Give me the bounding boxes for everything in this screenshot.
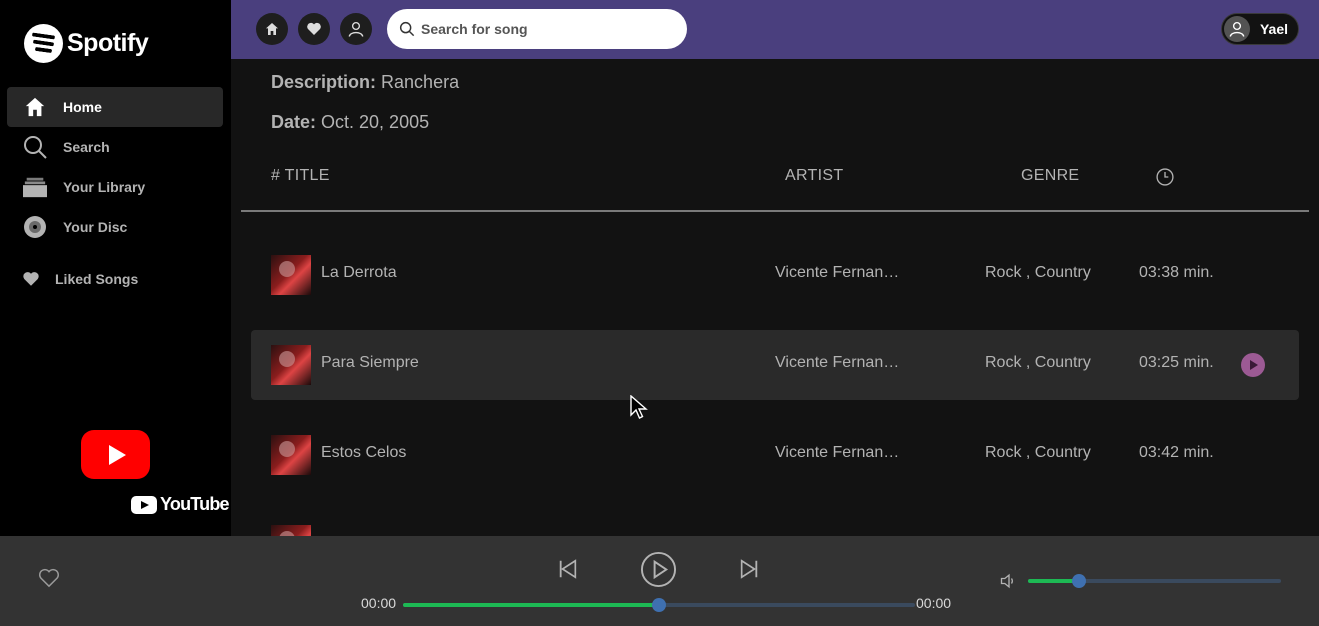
search-bar[interactable] (387, 9, 687, 49)
volume-handle[interactable] (1071, 574, 1086, 588)
sidebar-item-label: Home (63, 99, 102, 115)
song-genre: Rock , Country (985, 444, 1091, 461)
sidebar-item-search[interactable]: Search (7, 127, 223, 167)
table-row[interactable]: Estos Celos Vicente Fernan… Rock , Count… (251, 420, 1299, 490)
avatar (1223, 16, 1250, 42)
youtube-mini-icon (131, 495, 157, 514)
favorites-button[interactable] (298, 13, 330, 45)
next-button[interactable] (738, 558, 760, 585)
like-button[interactable] (38, 568, 60, 593)
sidebar-item-label: Your Disc (63, 219, 128, 235)
date-label: Date: (271, 112, 317, 132)
date-value: Oct. 20, 2005 (321, 112, 430, 132)
profile-button[interactable] (340, 13, 372, 45)
album-date: Date: Oct. 20, 2005 (271, 112, 429, 133)
song-duration: 03:42 min. (1139, 444, 1214, 461)
table-divider (241, 210, 1309, 212)
progress-handle[interactable] (652, 598, 666, 612)
heart-icon (307, 22, 321, 35)
song-artist: Vicente Fernan… (775, 264, 900, 281)
song-duration: 03:38 min. (1139, 264, 1214, 281)
description-value: Ranchera (381, 72, 460, 92)
volume-slider[interactable] (1028, 574, 1281, 588)
liked-songs-label: Liked Songs (55, 271, 139, 287)
song-title: La Derrota (321, 264, 397, 281)
sidebar-item-label: Your Library (63, 179, 146, 195)
brand-name: Spotify (67, 29, 149, 57)
sidebar-item-library[interactable]: Your Library (7, 167, 223, 207)
search-input[interactable] (421, 21, 671, 37)
sidebar-item-home[interactable]: Home (7, 87, 223, 127)
sidebar: Spotify Home Search Your Library Your Di… (0, 0, 231, 536)
header-title: # TITLE (271, 167, 330, 184)
description-label: Description: (271, 72, 377, 92)
table-row[interactable] (251, 510, 1299, 536)
youtube-banner[interactable]: YouTube (0, 380, 231, 536)
player-bar: 00:00 00:00 (0, 536, 1319, 626)
spotify-logo-icon (24, 24, 63, 63)
row-play-icon[interactable] (1241, 353, 1265, 377)
user-icon (1229, 21, 1245, 37)
home-icon (23, 95, 47, 119)
sidebar-item-label: Search (63, 139, 110, 155)
table-row[interactable]: Para Siempre Vicente Fernan… Rock , Coun… (251, 330, 1299, 400)
song-genre: Rock , Country (985, 354, 1091, 371)
user-name: Yael (1259, 21, 1288, 37)
album-cover (271, 345, 311, 385)
album-cover (271, 525, 311, 536)
volume-button[interactable] (999, 571, 1019, 596)
main-content[interactable]: Description: Ranchera Date: Oct. 20, 200… (231, 59, 1319, 536)
previous-button[interactable] (557, 558, 579, 585)
heart-outline-icon (39, 568, 59, 588)
play-icon (640, 551, 677, 588)
sidebar-item-liked-songs[interactable]: Liked Songs (22, 270, 138, 288)
album-cover (271, 255, 311, 295)
disc-icon (23, 215, 47, 239)
album-cover (271, 435, 311, 475)
progress-fill (403, 603, 659, 607)
progress-bar[interactable] (403, 598, 915, 612)
current-time: 00:00 (361, 595, 397, 611)
app-window: Spotify Home Search Your Library Your Di… (0, 0, 1319, 626)
header-genre: GENRE (1021, 167, 1080, 184)
home-icon (266, 23, 278, 35)
table-row[interactable]: La Derrota Vicente Fernan… Rock , Countr… (251, 240, 1299, 310)
skip-forward-icon (740, 559, 758, 579)
album-description: Description: Ranchera (271, 72, 459, 93)
song-title: Para Siempre (321, 354, 419, 371)
sidebar-nav: Home Search Your Library Your Disc (7, 87, 223, 247)
sidebar-item-disc[interactable]: Your Disc (7, 207, 223, 247)
heart-icon (22, 270, 40, 288)
clock-icon (1155, 167, 1175, 192)
youtube-wordmark: YouTube (160, 494, 230, 514)
song-duration: 03:25 min. (1139, 354, 1214, 371)
song-artist: Vicente Fernan… (775, 354, 900, 371)
mouse-cursor-icon (630, 394, 648, 426)
total-time: 00:00 (916, 595, 952, 611)
library-icon (23, 175, 47, 199)
skip-back-icon (559, 559, 577, 579)
spotify-logo[interactable]: Spotify (24, 24, 149, 63)
play-button[interactable] (640, 551, 677, 593)
youtube-play-icon (81, 430, 150, 479)
youtube-logo: YouTube (131, 494, 230, 515)
home-button[interactable] (256, 13, 288, 45)
search-icon (399, 21, 415, 37)
song-title: Estos Celos (321, 444, 407, 461)
song-artist: Vicente Fernan… (775, 444, 900, 461)
header-artist: ARTIST (785, 167, 844, 184)
search-icon (23, 135, 47, 159)
user-icon (348, 21, 364, 37)
song-genre: Rock , Country (985, 264, 1091, 281)
user-menu-button[interactable]: Yael (1220, 13, 1299, 45)
top-bar: Yael (231, 0, 1319, 59)
volume-icon (1000, 573, 1013, 589)
